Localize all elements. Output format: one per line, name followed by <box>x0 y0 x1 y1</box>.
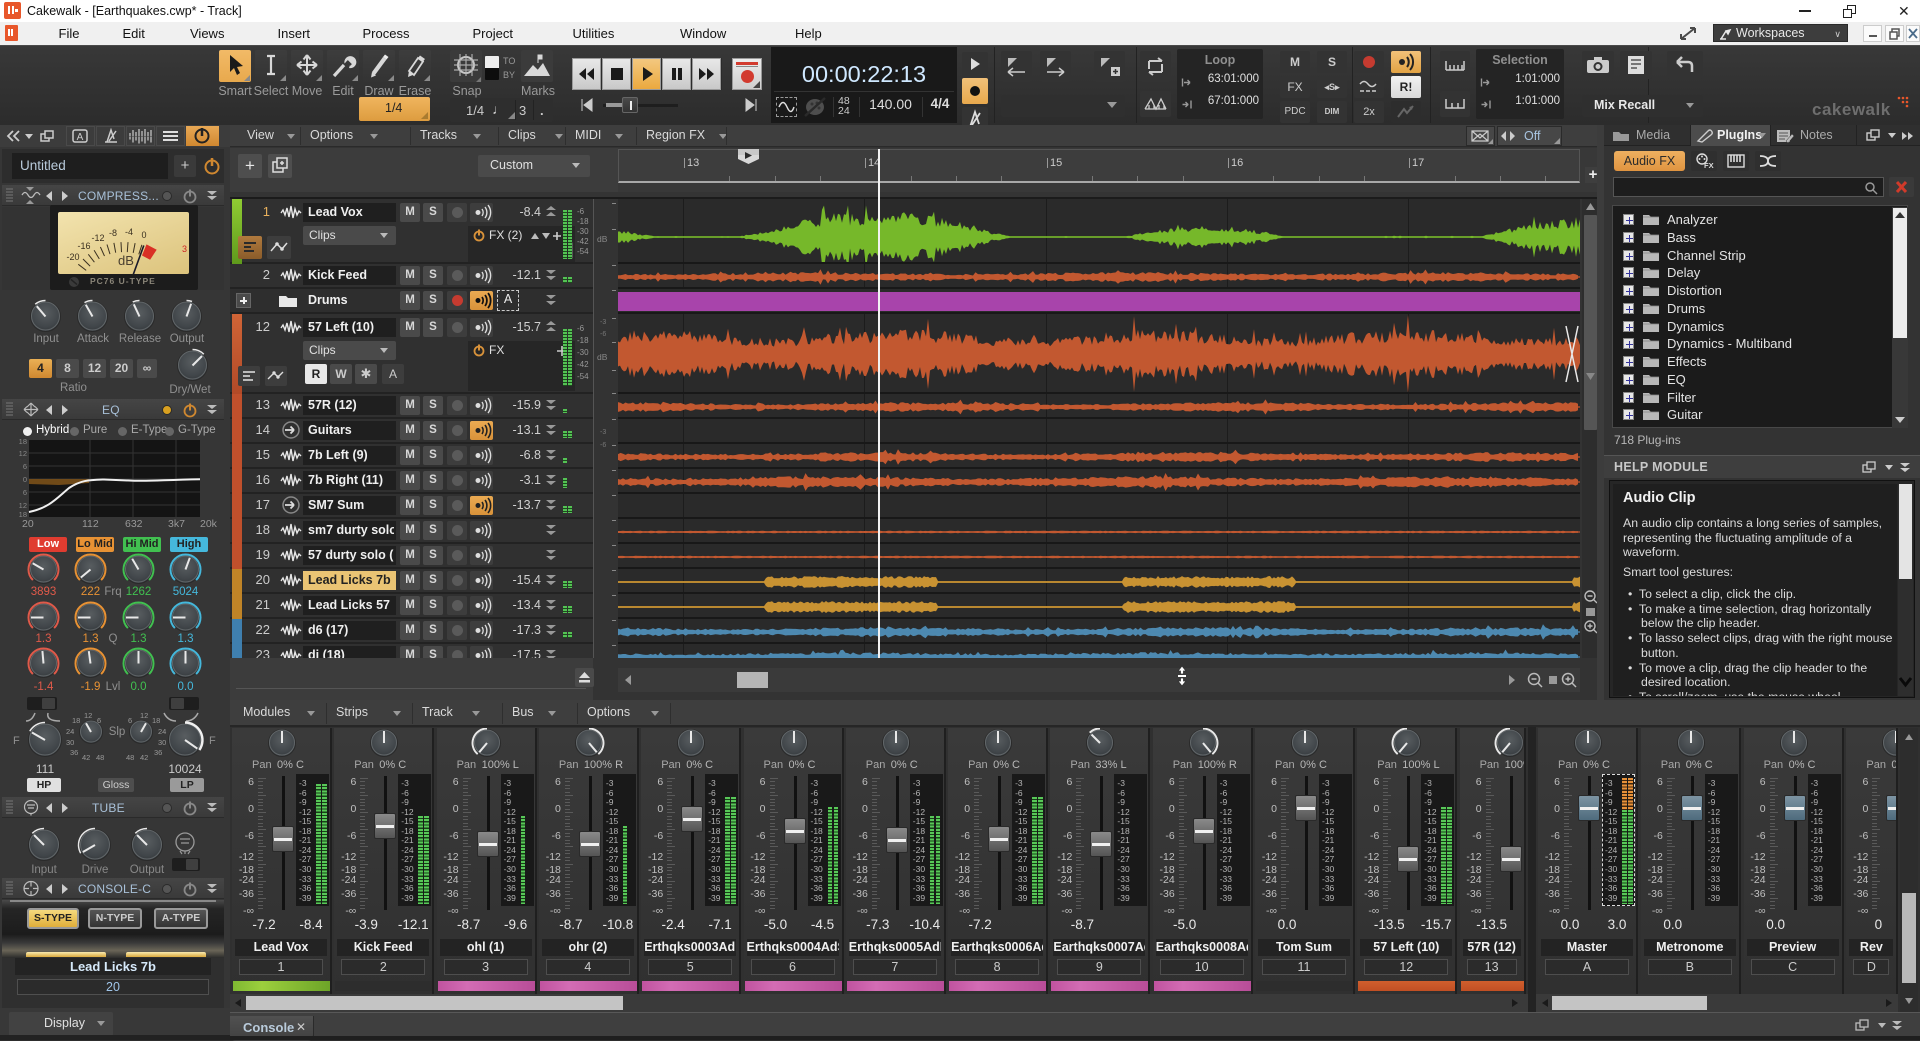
svg-text:dB: dB <box>118 253 134 268</box>
svg-text:12: 12 <box>19 449 27 458</box>
svg-text:FX: FX <box>1704 161 1714 170</box>
svg-text:0: 0 <box>23 475 27 484</box>
svg-text:6: 6 <box>23 462 27 471</box>
svg-text:-8: -8 <box>109 228 117 238</box>
svg-text:3: 3 <box>182 244 187 254</box>
svg-text:-16: -16 <box>77 241 90 251</box>
svg-text:-4: -4 <box>125 227 133 237</box>
svg-text:12: 12 <box>19 501 27 510</box>
svg-text:-20: -20 <box>66 252 79 262</box>
svg-text:6: 6 <box>23 488 27 497</box>
svg-text:18: 18 <box>19 437 27 446</box>
svg-text:0: 0 <box>141 230 146 240</box>
svg-text:-12: -12 <box>91 233 104 243</box>
svg-text:A: A <box>77 132 84 143</box>
